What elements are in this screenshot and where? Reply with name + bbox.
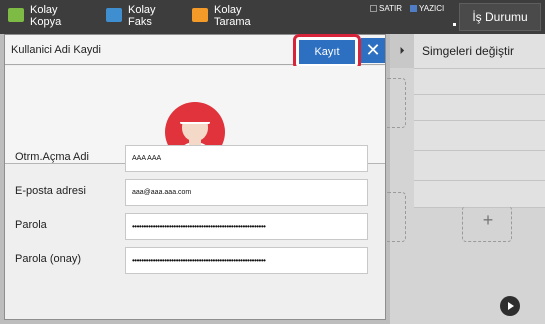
line-status-label: SATIR (379, 4, 402, 13)
printer-status-label: YAZICI (419, 4, 445, 13)
menu-row[interactable] (414, 94, 545, 120)
user-name-registration-dialog: Kullanici Adi Kaydi Kayıt ✕ Otrm.Açma Ad… (4, 34, 386, 320)
printer-status: YAZICI (410, 4, 444, 13)
menu-row[interactable] (414, 68, 545, 94)
email-label: E-posta adresi (15, 185, 86, 197)
menu-row[interactable] (414, 120, 545, 150)
password-input[interactable]: ••••••••••••••••••••••••••••••••••••••••… (125, 213, 368, 240)
email-input[interactable]: aaa@aaa.aaa.com (125, 179, 368, 206)
empty-slot[interactable] (384, 192, 406, 242)
password-confirm-label: Parola (onay) (15, 253, 82, 265)
easy-scan-label: Kolay Tarama (214, 4, 251, 28)
dialog-title: Kullanici Adi Kaydi (11, 44, 101, 56)
avatar-hair (180, 110, 210, 124)
job-status-button[interactable]: İş Durumu (459, 3, 541, 31)
easy-copy-label: Kolay Kopya (30, 4, 62, 28)
line-status-indicator (370, 5, 377, 12)
empty-slot[interactable] (384, 78, 406, 128)
easy-fax-shortcut[interactable]: Kolay Faks (106, 0, 168, 34)
easy-copy-shortcut[interactable]: Kolay Kopya (8, 0, 70, 34)
dialog-header: Kullanici Adi Kaydi Kayıt ✕ (5, 34, 385, 70)
password-confirm-input[interactable]: ••••••••••••••••••••••••••••••••••••••••… (125, 247, 368, 274)
login-name-row: Otrm.Açma Adi AAA AAA (5, 142, 385, 174)
easy-scan-shortcut[interactable]: Kolay Tarama (192, 0, 254, 34)
menu-row[interactable] (414, 150, 545, 180)
printer-status-indicator (410, 5, 417, 12)
copy-icon (8, 8, 24, 22)
easy-fax-label: Kolay Faks (128, 4, 156, 28)
password-confirm-row: Parola (onay) ••••••••••••••••••••••••••… (5, 244, 385, 276)
close-icon[interactable]: ✕ (361, 38, 385, 63)
login-name-label: Otrm.Açma Adi (15, 151, 89, 163)
line-status: SATIR (370, 4, 402, 13)
password-label: Parola (15, 219, 47, 231)
password-row: Parola •••••••••••••••••••••••••••••••••… (5, 210, 385, 242)
top-bar: Kolay Kopya Kolay Faks Kolay Tarama SATI… (0, 0, 545, 34)
menu-row[interactable] (414, 180, 545, 208)
next-page-icon[interactable] (500, 296, 520, 316)
collapse-panel-tab[interactable]: ⏵ (390, 34, 414, 68)
page-dot-icon (453, 23, 456, 26)
change-icons-menu-item[interactable]: Simgeleri değiştir (414, 34, 545, 68)
email-row: E-posta adresi aaa@aaa.aaa.com (5, 176, 385, 208)
scan-icon (192, 8, 208, 22)
login-name-input[interactable]: AAA AAA (125, 145, 368, 172)
save-button[interactable]: Kayıt (293, 34, 361, 70)
arrow-right-icon: ⏵ (399, 45, 405, 57)
fax-icon (106, 8, 122, 22)
plus-icon[interactable]: + (470, 210, 506, 230)
